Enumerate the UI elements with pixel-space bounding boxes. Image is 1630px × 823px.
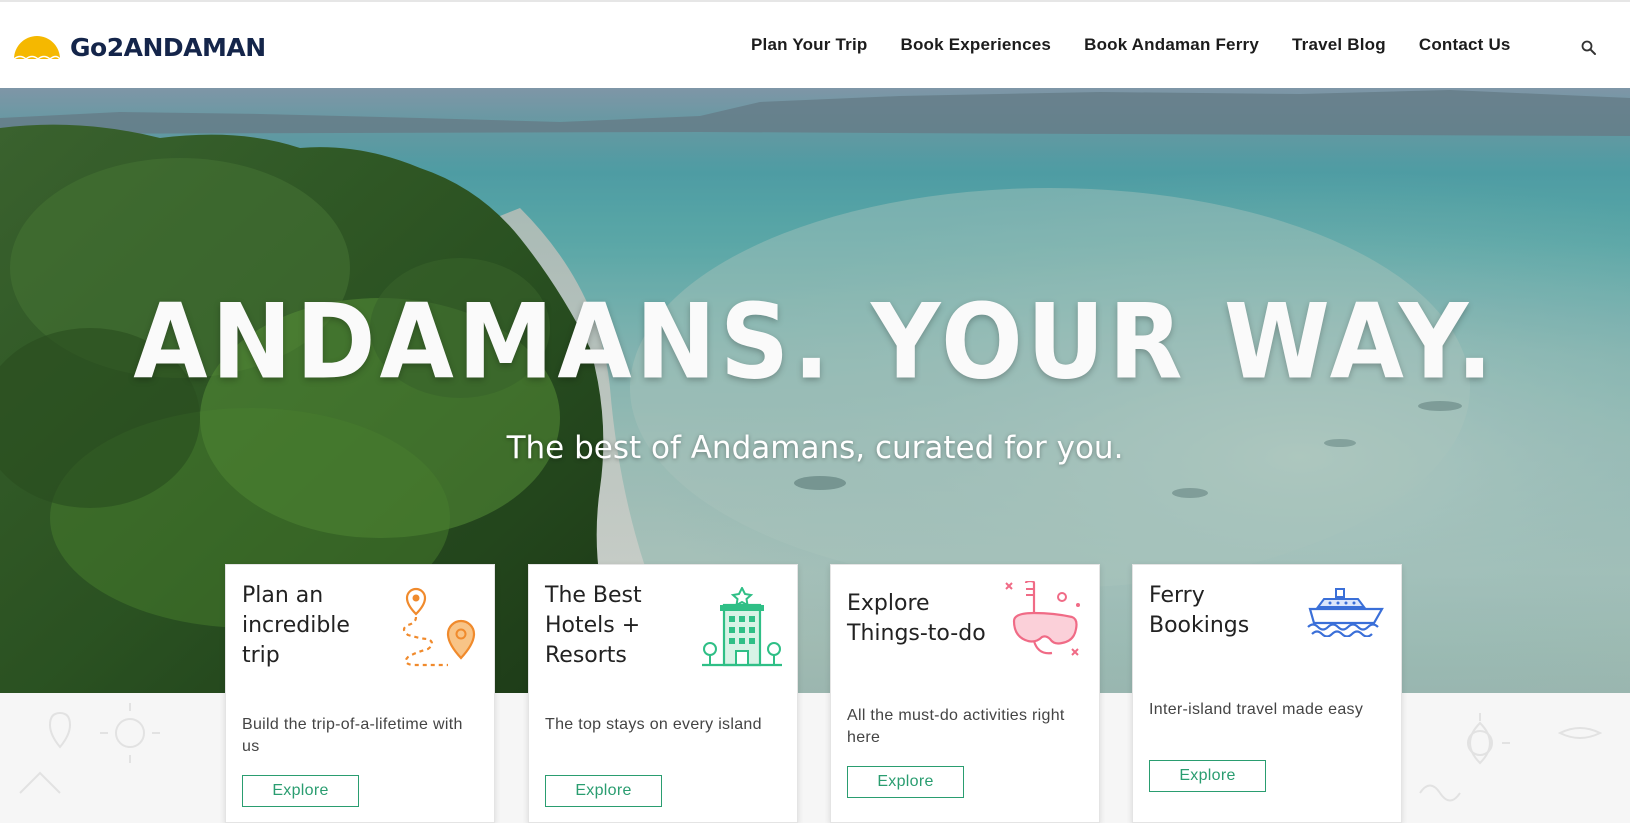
explore-button[interactable]: Explore [545,775,662,807]
card-title: Plan an incredible trip [242,583,350,668]
map-pins-route-icon [402,587,476,667]
site-header: Go2ANDAMAN Plan Your Trip Book Experienc… [0,0,1630,88]
snorkel-mask-icon [1005,581,1080,656]
card-things-to-do[interactable]: Explore Things-to-do All the must-do act… [830,564,1100,823]
brand-logo[interactable]: Go2ANDAMAN [12,32,266,62]
card-description: All the must-do activities right here [847,707,1065,746]
explore-button[interactable]: Explore [1149,760,1266,792]
brand-name: Go2ANDAMAN [70,32,266,62]
card-title: The Best Hotels + Resorts [545,583,642,668]
hotel-building-icon [702,587,782,667]
hero-subtitle: The best of Andamans, curated for you. [506,430,1124,466]
half-sun-icon [13,36,61,60]
card-plan-trip[interactable]: Plan an incredible trip Build the trip-o… [225,564,495,823]
nav-book-experiences[interactable]: Book Experiences [900,35,1051,55]
card-description: Inter-island travel made easy [1149,701,1364,718]
nav-travel-blog[interactable]: Travel Blog [1292,35,1386,55]
nav-contact-us[interactable]: Contact Us [1419,35,1511,55]
card-ferry-bookings[interactable]: Ferry Bookings Inter-island travel made … [1132,564,1402,823]
explore-button[interactable]: Explore [242,775,359,807]
nav-book-andaman-ferry[interactable]: Book Andaman Ferry [1084,35,1259,55]
nav-plan-your-trip[interactable]: Plan Your Trip [751,35,867,55]
ferry-ship-icon [1307,588,1384,637]
main-nav: Plan Your Trip Book Experiences Book And… [751,35,1544,55]
card-title: Ferry Bookings [1149,583,1250,638]
hero-title: ANDAMANS. YOUR WAY. [133,281,1497,403]
search-icon[interactable] [1580,39,1598,57]
card-description: Build the trip-of-a-lifetime with us [242,716,463,755]
explore-button[interactable]: Explore [847,766,964,798]
card-title: Explore Things-to-do [847,591,986,646]
card-hotels[interactable]: The Best Hotels + Resorts The top stays … [528,564,798,823]
card-description: The top stays on every island [545,716,762,733]
